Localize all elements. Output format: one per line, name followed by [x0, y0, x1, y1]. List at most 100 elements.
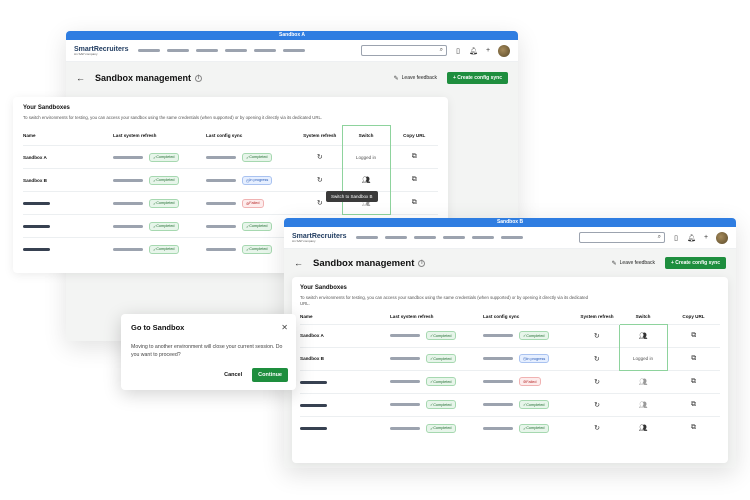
back-arrow-icon[interactable]: ←	[76, 73, 85, 83]
col-header-system-refresh: System refresh	[303, 132, 337, 138]
nav-item[interactable]	[472, 236, 495, 239]
refresh-icon[interactable]: ↻	[317, 177, 323, 184]
cancel-button[interactable]: Cancel	[224, 372, 242, 378]
copy-icon[interactable]: ⧉	[412, 153, 417, 160]
status-text: Completed	[433, 426, 452, 431]
file-icon[interactable]: ▯	[672, 234, 680, 242]
date-placeholder	[483, 357, 513, 361]
status-badge: ✓ Completed	[519, 423, 549, 433]
status-text: Completed	[249, 247, 268, 252]
sandbox-name: Sandbox A	[300, 323, 390, 348]
add-icon[interactable]: +	[702, 234, 710, 241]
create-config-sync-button[interactable]: + Create config sync	[664, 257, 726, 269]
avatar[interactable]	[498, 44, 510, 57]
status-badge: ✓ Completed	[242, 221, 272, 231]
nav-item[interactable]	[356, 236, 379, 239]
sandbox-name-placeholder	[300, 426, 327, 430]
card-title: Your Sandboxes	[23, 105, 70, 111]
window-sandbox-b: Sandbox B SmartRecruiters An SAP company…	[284, 218, 736, 468]
date-placeholder	[483, 334, 513, 338]
bell-icon[interactable]: 🔔︎	[469, 47, 478, 55]
nav-item[interactable]	[443, 236, 466, 239]
dialog-title: Go to Sandbox	[131, 323, 185, 332]
dialog-actions: Cancel Continue	[224, 368, 288, 382]
copy-icon[interactable]: ⧉	[691, 355, 696, 362]
date-placeholder	[390, 426, 420, 430]
switch-users-icon[interactable]: 👥︎	[639, 402, 648, 409]
col-header-switch: Switch	[635, 313, 651, 319]
status-text: Completed	[433, 333, 452, 338]
info-icon[interactable]: i	[195, 74, 203, 82]
date-placeholder	[113, 155, 143, 159]
search-input[interactable]: ⌕	[579, 232, 665, 243]
table-row: ✓ Completed ⊘ Failed ↻ 👥︎ ⧉	[300, 369, 720, 394]
search-input[interactable]: ⌕	[361, 45, 447, 56]
refresh-icon[interactable]: ↻	[594, 333, 600, 340]
date-placeholder	[483, 426, 513, 430]
status-text: Completed	[526, 402, 545, 407]
nav-item[interactable]	[414, 236, 437, 239]
search-icon: ⌕	[657, 234, 661, 240]
status-text: Completed	[156, 224, 175, 229]
bell-icon[interactable]: 🔔︎	[687, 234, 696, 242]
leave-feedback-button[interactable]: ✎ Leave feedback	[612, 260, 655, 267]
info-icon[interactable]: i	[418, 259, 426, 267]
avatar[interactable]	[716, 231, 728, 244]
refresh-icon[interactable]: ↻	[594, 379, 600, 386]
nav-item[interactable]	[138, 49, 161, 52]
sandbox-name-placeholder	[23, 225, 50, 228]
back-arrow-icon[interactable]: ←	[294, 258, 303, 268]
copy-icon[interactable]: ⧉	[412, 176, 417, 183]
switch-users-icon[interactable]: 👥︎	[639, 333, 648, 340]
add-icon[interactable]: +	[484, 47, 492, 54]
file-icon[interactable]: ▯	[454, 47, 462, 55]
status-badge: ✓ Completed	[519, 331, 549, 341]
card-description: To switch environments for testing, you …	[23, 115, 323, 120]
date-placeholder	[206, 155, 236, 159]
continue-button[interactable]: Continue	[252, 368, 288, 382]
nav-item[interactable]	[501, 236, 524, 239]
smartrecruiters-logo[interactable]: SmartRecruiters An SAP company	[292, 233, 346, 243]
nav-item[interactable]	[283, 49, 306, 52]
refresh-icon[interactable]: ↻	[594, 356, 600, 363]
nav-item[interactable]	[385, 236, 408, 239]
nav-item[interactable]	[225, 49, 248, 52]
refresh-icon[interactable]: ↻	[317, 200, 323, 207]
status-badge: ✓ Completed	[426, 331, 456, 341]
status-text: Completed	[156, 201, 175, 206]
copy-icon[interactable]: ⧉	[691, 401, 696, 408]
col-header-copy-url: Copy URL	[403, 132, 426, 138]
switch-users-icon[interactable]: 👥︎	[639, 425, 648, 432]
switch-users-icon[interactable]: 👥︎	[362, 177, 371, 184]
create-config-sync-button[interactable]: + Create config sync	[446, 72, 508, 84]
nav-item[interactable]	[167, 49, 190, 52]
nav-item[interactable]	[196, 49, 219, 52]
date-placeholder	[483, 403, 513, 407]
refresh-icon[interactable]: ↻	[594, 425, 600, 432]
logo-subtext: An SAP company	[74, 51, 98, 56]
copy-icon[interactable]: ⧉	[691, 424, 696, 431]
status-text: Completed	[249, 224, 268, 229]
date-placeholder	[113, 201, 143, 205]
status-text: In progress	[249, 178, 269, 183]
refresh-icon[interactable]: ↻	[317, 154, 323, 161]
close-icon[interactable]: ✕	[281, 323, 288, 332]
table-row: ✓ Completed ✓ Completed ↻ 👥︎ ⧉	[300, 392, 720, 417]
card-title: Your Sandboxes	[300, 285, 347, 291]
date-placeholder	[113, 178, 143, 182]
copy-icon[interactable]: ⧉	[691, 378, 696, 385]
status-badge: ✓ Completed	[426, 423, 456, 433]
copy-icon[interactable]: ⧉	[691, 332, 696, 339]
refresh-icon[interactable]: ↻	[594, 402, 600, 409]
switch-users-icon[interactable]: 👥︎	[639, 379, 648, 386]
status-badge: ◷ In progress	[519, 354, 550, 364]
nav-item[interactable]	[254, 49, 277, 52]
date-placeholder	[390, 334, 420, 338]
sandbox-name-placeholder	[23, 202, 50, 205]
page-header: ← Sandbox management i ✎ Leave feedback +…	[66, 62, 518, 94]
leave-feedback-button[interactable]: ✎ Leave feedback	[394, 75, 437, 82]
smartrecruiters-logo[interactable]: SmartRecruiters An SAP company	[74, 46, 128, 56]
copy-icon[interactable]: ⧉	[412, 199, 417, 206]
col-header-last-refresh: Last system refresh	[113, 132, 157, 138]
sandbox-name: Sandbox B	[23, 168, 113, 192]
